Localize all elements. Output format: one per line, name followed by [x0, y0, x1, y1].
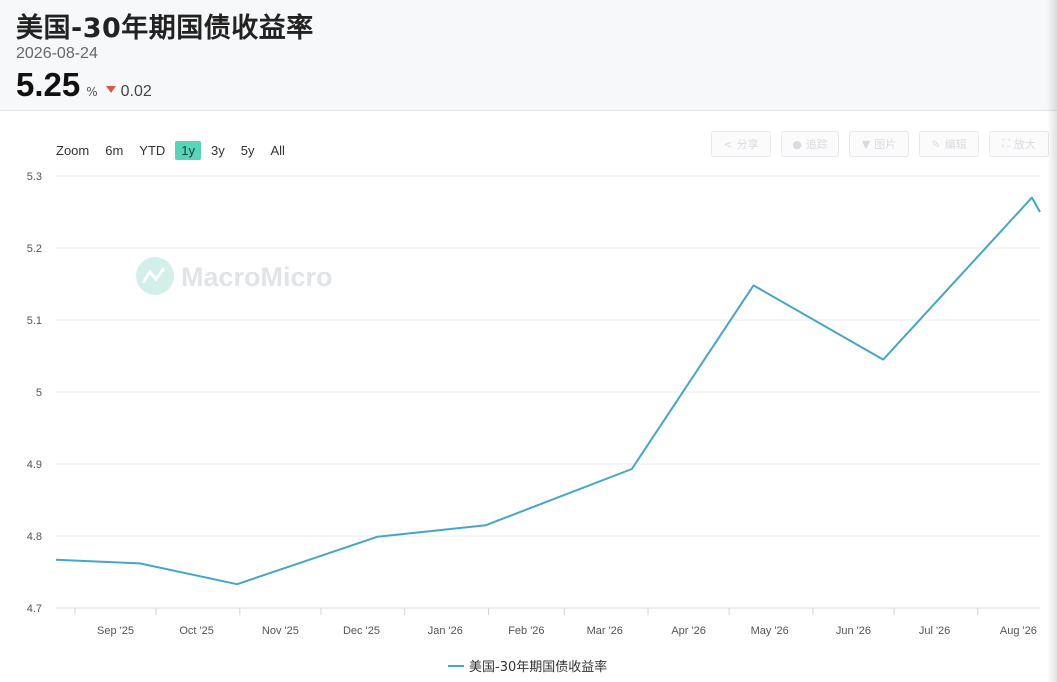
line-chart: MacroMicro 4.7 4.8 4.9 5 5.1 5.2 5.3 Sep '25 Oc… [27, 171, 1041, 637]
x-tick-label: May '26 [751, 625, 789, 637]
y-tick-label: 4.9 [27, 459, 42, 471]
x-tick-label: Jan '26 [428, 625, 463, 637]
x-tick-label: Jun '26 [836, 625, 871, 637]
edge-shadow [1047, 0, 1057, 682]
y-axis-ticks: 4.7 4.8 4.9 5 5.1 5.2 5.3 [27, 171, 42, 615]
x-tick-label: Aug '26 [1000, 625, 1037, 637]
x-tick-label: Nov '25 [262, 625, 299, 637]
series-line[interactable] [55, 196, 1041, 586]
y-tick-label: 5.1 [27, 315, 42, 327]
x-tick-label: Feb '26 [508, 625, 544, 637]
x-tick-label: Jul '26 [919, 625, 950, 637]
x-tick-label: Mar '26 [587, 625, 623, 637]
y-tick-label: 4.8 [27, 531, 42, 543]
legend-label: 美国-30年期国债收益率 [469, 660, 608, 675]
legend-swatch [448, 664, 464, 667]
x-axis: Sep '25 Oct '25 Nov '25 Dec '25 Jan '26 Feb '… [74, 608, 1037, 637]
y-grid-lines [56, 175, 1040, 609]
y-tick-label: 5 [36, 387, 42, 399]
y-tick-label: 5.3 [27, 171, 42, 183]
x-tick-label: Oct '25 [179, 625, 214, 637]
x-tick-label: Dec '25 [343, 625, 380, 637]
y-tick-label: 5.2 [27, 243, 42, 255]
macromicro-watermark: MacroMicro [136, 257, 333, 295]
x-tick-label: Sep '25 [97, 625, 134, 637]
y-tick-label: 4.7 [27, 603, 42, 615]
x-tick-label: Apr '26 [671, 625, 706, 637]
legend[interactable]: 美国-30年期国债收益率 [448, 656, 607, 675]
watermark-text: MacroMicro [181, 262, 333, 292]
series-layer [55, 196, 1041, 586]
